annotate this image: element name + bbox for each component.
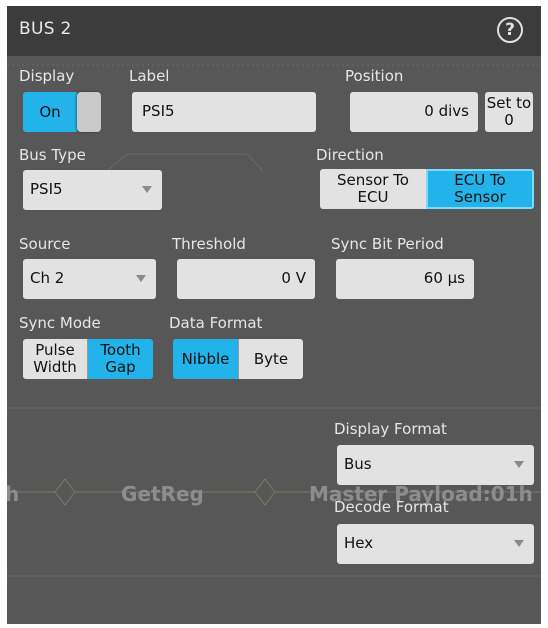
- direction-segmented[interactable]: Sensor To ECU ECU To Sensor: [320, 169, 534, 209]
- label-label: Label: [129, 67, 170, 85]
- decode-format-dropdown[interactable]: Hex: [337, 524, 534, 564]
- panel-title: BUS 2: [19, 19, 72, 39]
- bus-config-panel: h GetReg Master Payload:01h BUS 2 ? Disp…: [7, 6, 541, 624]
- data-format-nibble[interactable]: Nibble: [173, 339, 238, 379]
- trace-label-1: h: [7, 482, 20, 506]
- direction-sensor-to-ecu[interactable]: Sensor To ECU: [320, 169, 426, 209]
- data-format-byte[interactable]: Byte: [238, 339, 303, 379]
- panel-header: BUS 2 ?: [7, 6, 541, 56]
- direction-ecu-to-sensor[interactable]: ECU To Sensor: [426, 169, 534, 209]
- display-label: Display: [19, 67, 75, 85]
- display-format-label: Display Format: [334, 420, 447, 438]
- display-toggle[interactable]: On: [23, 92, 101, 132]
- sync-mode-label: Sync Mode: [19, 314, 101, 332]
- data-format-label: Data Format: [169, 314, 263, 332]
- sync-mode-pulse-width[interactable]: Pulse Width: [23, 339, 87, 379]
- chevron-down-icon: [514, 461, 524, 468]
- bus-type-value: PSI5: [30, 180, 63, 198]
- direction-label: Direction: [316, 146, 384, 164]
- trace-label-2: GetReg: [121, 482, 204, 506]
- source-dropdown[interactable]: Ch 2: [23, 259, 156, 299]
- sync-bit-period-label: Sync Bit Period: [331, 235, 444, 253]
- position-input[interactable]: 0 divs: [350, 92, 478, 132]
- decode-format-label: Decode Format: [334, 498, 449, 516]
- bus-type-dropdown[interactable]: PSI5: [23, 170, 162, 210]
- threshold-input[interactable]: 0 V: [177, 259, 315, 299]
- chevron-down-icon: [136, 275, 146, 282]
- set-to-zero-button[interactable]: Set to 0: [485, 92, 533, 132]
- display-format-dropdown[interactable]: Bus: [337, 445, 534, 485]
- sync-bit-period-input[interactable]: 60 µs: [336, 259, 474, 299]
- bus-type-label: Bus Type: [19, 146, 86, 164]
- decode-format-value: Hex: [344, 534, 374, 552]
- display-toggle-knob[interactable]: [77, 92, 101, 132]
- source-value: Ch 2: [30, 269, 65, 287]
- sync-mode-tooth-gap[interactable]: Tooth Gap: [87, 339, 153, 379]
- position-label: Position: [345, 67, 404, 85]
- label-input[interactable]: PSI5: [132, 92, 316, 132]
- display-toggle-on[interactable]: On: [23, 92, 77, 132]
- sync-mode-segmented[interactable]: Pulse Width Tooth Gap: [23, 339, 153, 379]
- chevron-down-icon: [142, 186, 152, 193]
- display-format-value: Bus: [344, 455, 372, 473]
- threshold-label: Threshold: [172, 235, 246, 253]
- help-icon[interactable]: ?: [497, 17, 523, 43]
- data-format-segmented[interactable]: Nibble Byte: [173, 339, 303, 379]
- chevron-down-icon: [514, 540, 524, 547]
- source-label: Source: [19, 235, 71, 253]
